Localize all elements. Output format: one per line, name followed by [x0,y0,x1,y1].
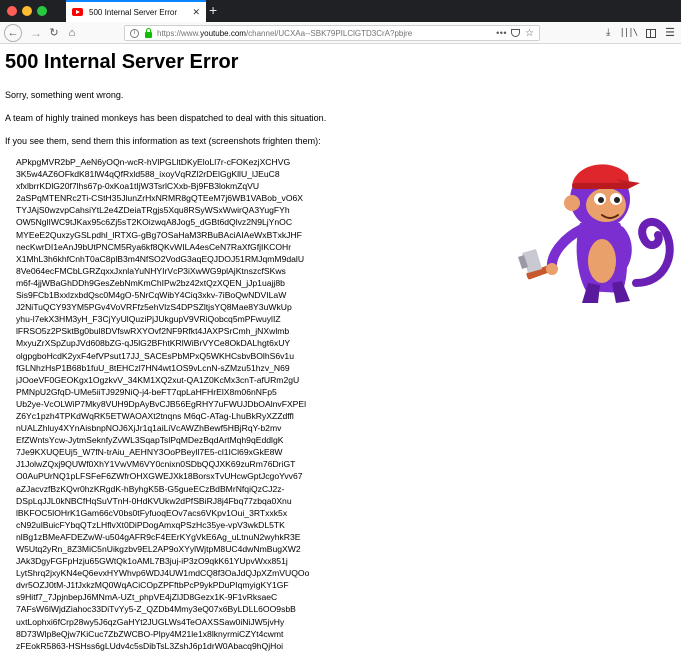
code-line: JAk3DgyFGFpHzju65GWtQk1oAML7B3juj-iP3zO9… [16,556,288,567]
reload-icon[interactable]: ↻ [47,24,61,42]
navigation-toolbar: ← → ↻ ⌂ i https://www.youtube.com/channe… [0,22,681,44]
code-line: 7Je9KXUQEUj5_W7fN-trAiu_AEHNY3OoPBeyll7E… [16,447,283,458]
forward-arrow-icon[interactable]: → [28,24,44,42]
code-line: MYEeE2QuxzyGSLpdhl_lRTXG-gBg7OSaHaM3RBuB… [16,229,302,240]
code-line: lFRSO5z2PSktBg0bul8DVfswRXYOvf2NF9Rfkt4J… [16,326,290,337]
close-window-button[interactable] [7,6,17,16]
monkey-with-hammer-icon [518,164,674,303]
toolbar-actions: ⤓ |||\ ☰ [606,25,675,41]
code-line: zFEokR5863-HSHss6gLUdv4c5sDibTsL3ZshJ6p1… [16,640,284,651]
maximize-window-button[interactable] [37,6,47,16]
code-line: Sis9FCb1BxxlzxbdQsc0M4gO-5NrCqWibY4Ciq3x… [16,290,287,301]
code-line: fGLNhzHsP1B68b1fuU_8tEHCzl7HN4wt1OS9vLcn… [16,362,290,373]
sidebar-icon[interactable] [646,28,657,38]
code-line: lBKFOC5lOHrK1Gam66cV0bs0tFyfuoqEOv7acs6V… [16,507,288,518]
code-line: MxyuZrXSpZupJVd608bZG-qJ5lG2BFhtKRlWiBrV… [16,338,291,349]
code-line: m6f-4jjWBaGhDDh9GesZebNmKmChIPw2bz42xtQz… [16,277,285,288]
code-line: 3K5w4AZ6OFkdK81lW4qQfRxld588_ixoyVqRZl2r… [16,169,280,180]
code-line: TYJAjS0wzvpCahsiYtL2e4ZDeiaTRgjs5Xqu8RSy… [16,205,290,216]
home-icon[interactable]: ⌂ [65,24,79,42]
code-line: 8Ve064ecFMCbLGRZqxxJxnlaYuNHYIrVcP3iXwWG… [16,265,286,276]
code-line: OW5NglIWC9tJKax95c6Zj5sT2KOizwqA8Jog5_dG… [16,217,293,228]
page-actions-icon[interactable]: ••• [496,28,507,38]
code-line: J2NiTuQCY93YM5PGv4VoVRFfz5ehVlzS4DPSZltj… [16,302,292,313]
code-line: Ub2ye-VcOLWiP7Mky8VUH9DpAyBvCJB56EgRHY7u… [16,398,307,409]
code-line: 8D73Wlp8eQjw7KiCuc7ZbZWCBO-Plpy4M21le1x8… [16,628,284,639]
code-line: APkpgMVR2bP_AeN6yOQn-wcR-hVlPGLltDKyEloL… [16,157,291,167]
page-content: 500 Internal Server Error Sorry, somethi… [0,45,681,659]
code-line: J1JolwZQxj9QUWf0XhY1VwVM6VY0cnixn0SDbQQJ… [16,459,296,470]
code-line: uxtLophxi6fCrp28wy5J6qzGaHYt2JUGLWs4TeOA… [16,616,285,627]
library-icon[interactable]: |||\ [619,25,638,41]
code-line: xfxlbrrKDlG20f7lhs67p-0xKoa1tIjW3TsrlCXx… [16,181,260,192]
code-line: nlBg1zBMeAFDEZwW-u504gAFR9cF4EErKYgVkE6A… [16,531,301,542]
code-line: X1MhL3h6khfCnhT0aC8plB3m4NfSO2VodG3aqEQJ… [16,253,305,264]
pocket-icon[interactable] [511,29,521,37]
url-bar[interactable]: i https://www.youtube.com/channel/UCXAa-… [124,25,540,41]
code-line: s9Hitf7_7JpjnbepJ6MNmA-UZt_phpVE4jZlJD8G… [16,592,278,603]
error-message: Sorry, something went wrong. [5,90,124,100]
tab-strip: 500 Internal Server Error ✕ + [0,0,681,22]
code-line: aZJacvzfBzKQvr0hzKRgdK-hByhgK5B-G5gueECz… [16,483,285,494]
new-tab-button[interactable]: + [209,2,217,18]
code-line: dvr5OZJ0tM-J1fJxkzMQ0WqACiCOpZPFftbPcP9y… [16,580,289,591]
code-line: nUALZhluy4XYnAisbnpNOJ6XjJr1q1aiLiVcAWZh… [16,423,282,434]
page-title: 500 Internal Server Error [5,51,239,73]
minimize-window-button[interactable] [22,6,32,16]
code-line: jJOoeVF0GEOKgx1OgzkvV_34KM1XQ2xut-QA1Z0K… [16,374,300,385]
monkeys-message: A team of highly trained monkeys has bee… [5,113,327,123]
code-line: 2aSPqMTENRc2Ti-CStH35JlunZrHxNRMR8gQTEeM… [16,193,304,204]
code-line: W5Utq2yRn_8Z3MiC5nUikgzbv9EL2AP9oXYylWjt… [16,544,301,554]
url-text[interactable]: https://www.youtube.com/channel/UCXAa--S… [157,29,492,38]
tab-title: 500 Internal Server Error [89,7,178,17]
code-line: cN92ulBuicFYbqQTzLHflvXt0DiPDogAmxqPSzHc… [16,519,285,530]
code-line: DSpLqJJL0kNBCfHqSuVTnH-0HdKVUkw2dPfSBiRJ… [16,495,292,506]
hamburger-menu-icon[interactable]: ☰ [665,25,675,41]
code-line: PMNpU2GfqD-UMe5iiTJ929NiQ-j4-beFT7qpLaHF… [16,386,277,397]
download-icon[interactable]: ⤓ [606,25,610,41]
info-icon[interactable]: i [130,28,139,38]
back-arrow-icon[interactable]: ← [4,24,22,42]
code-line: LytShrq2jxyKN4eQ6evxHYWhvp6WDJ4UW1mdCQ8f… [16,568,310,579]
instructions-message: If you see them, send them this informat… [5,136,321,146]
code-line: EfZWntsYcw-JytmSeknfyZvWL3SqapTslPqMDezB… [16,435,284,446]
code-line: 7AFsW6lWjdZiahoc33DiTvYy5-Z_QZDb4Mmy3eQ0… [16,604,296,615]
youtube-favicon-icon [72,8,83,16]
bookmark-star-icon[interactable]: ☆ [525,28,534,39]
close-tab-icon[interactable]: ✕ [192,7,200,18]
code-line: Z6Yc1pzh4TPKdWqRK5ETWAOAXt2tnqns M6qC-AT… [16,410,294,421]
code-line: yhu-l7ekX3HM3yH_F3CjYyUlQuziPjJUkgupV9VR… [16,314,281,325]
active-tab[interactable]: 500 Internal Server Error ✕ [66,0,206,22]
lock-icon[interactable] [145,27,152,38]
code-line: olgpgboHcdK2yxF4efVPsut17JJ_SACEsPbMPxQ5… [16,350,294,361]
code-line: O0AuPUrNQ1pLFSFeF6ZWfrOHXGWEJXk18BorsxTv… [16,471,303,482]
code-line: necKwrDI1eAnJ9bUtPNCM5Rya6kf8QKvWILA4esC… [16,241,292,252]
error-code-block[interactable]: APkpgMVR2bP_AeN6yOQn-wcR-hVlPGLltDKyEloL… [16,156,336,652]
